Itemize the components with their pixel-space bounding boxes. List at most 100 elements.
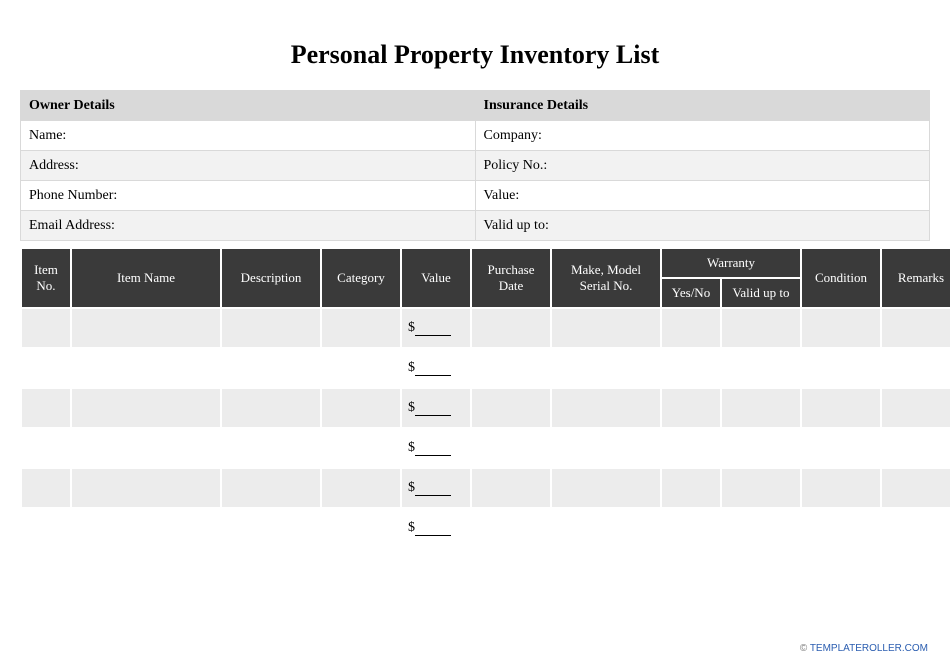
table-cell[interactable] [551,308,661,348]
table-cell[interactable] [721,308,801,348]
owner-details-header: Owner Details [21,91,476,121]
table-cell[interactable] [221,388,321,428]
table-cell[interactable] [661,508,721,548]
table-cell[interactable] [471,348,551,388]
table-cell[interactable] [71,348,221,388]
table-cell[interactable] [721,348,801,388]
table-cell[interactable] [21,508,71,548]
table-cell[interactable] [661,468,721,508]
value-prefix: $ [408,480,415,495]
table-cell[interactable] [661,388,721,428]
table-row: $ [21,428,950,468]
value-blank-line[interactable] [415,482,451,496]
table-cell[interactable] [661,428,721,468]
table-cell[interactable] [471,508,551,548]
table-cell[interactable] [321,468,401,508]
table-cell[interactable] [551,508,661,548]
table-cell[interactable] [221,468,321,508]
table-cell[interactable] [321,388,401,428]
header-warranty-validupto: Valid up to [721,278,801,308]
insurance-value-label[interactable]: Value: [475,181,930,211]
value-blank-line[interactable] [415,402,451,416]
value-prefix: $ [408,520,415,535]
table-cell[interactable] [71,468,221,508]
table-row: $ [21,348,950,388]
table-cell[interactable] [801,468,881,508]
header-category: Category [321,248,401,308]
table-cell[interactable] [801,348,881,388]
table-cell[interactable] [21,348,71,388]
insurance-policy-label[interactable]: Policy No.: [475,151,930,181]
owner-phone-label[interactable]: Phone Number: [21,181,476,211]
table-cell[interactable] [221,308,321,348]
table-cell[interactable]: $ [401,388,471,428]
header-remarks: Remarks [881,248,950,308]
table-cell[interactable]: $ [401,308,471,348]
table-cell[interactable] [321,428,401,468]
footer-attribution: © TEMPLATEROLLER.COM [800,643,928,654]
header-make-model-serial: Make, Model Serial No. [551,248,661,308]
header-warranty: Warranty [661,248,801,278]
table-cell[interactable] [21,468,71,508]
table-cell[interactable] [21,428,71,468]
table-cell[interactable] [221,428,321,468]
table-cell[interactable] [721,388,801,428]
table-cell[interactable] [801,308,881,348]
inventory-table: Item No. Item Name Description Category … [20,247,950,549]
header-description: Description [221,248,321,308]
insurance-company-label[interactable]: Company: [475,121,930,151]
table-cell[interactable] [721,428,801,468]
owner-address-label[interactable]: Address: [21,151,476,181]
table-cell[interactable] [471,308,551,348]
table-cell[interactable] [661,348,721,388]
table-cell[interactable] [881,468,950,508]
table-cell[interactable] [881,508,950,548]
table-cell[interactable] [221,508,321,548]
table-cell[interactable] [551,468,661,508]
details-table: Owner Details Insurance Details Name: Co… [20,90,930,241]
table-cell[interactable] [471,468,551,508]
table-row: $ [21,388,950,428]
table-cell[interactable] [881,428,950,468]
table-cell[interactable] [21,388,71,428]
table-cell[interactable] [71,508,221,548]
value-blank-line[interactable] [415,362,451,376]
table-cell[interactable] [21,308,71,348]
table-cell[interactable] [721,508,801,548]
table-cell[interactable] [551,428,661,468]
table-cell[interactable] [321,508,401,548]
table-cell[interactable] [321,348,401,388]
table-cell[interactable]: $ [401,348,471,388]
owner-email-label[interactable]: Email Address: [21,211,476,241]
table-cell[interactable] [661,308,721,348]
table-cell[interactable] [71,308,221,348]
table-cell[interactable]: $ [401,468,471,508]
header-item-no: Item No. [21,248,71,308]
table-cell[interactable] [801,428,881,468]
table-cell[interactable] [471,428,551,468]
table-cell[interactable]: $ [401,508,471,548]
owner-name-label[interactable]: Name: [21,121,476,151]
table-cell[interactable] [801,388,881,428]
header-purchase-date: Purchase Date [471,248,551,308]
templateroller-link[interactable]: TEMPLATEROLLER.COM [810,643,928,654]
table-cell[interactable] [551,388,661,428]
table-cell[interactable] [471,388,551,428]
table-cell[interactable] [71,388,221,428]
table-cell[interactable] [321,308,401,348]
table-cell[interactable] [881,348,950,388]
table-cell[interactable]: $ [401,428,471,468]
value-blank-line[interactable] [415,442,451,456]
table-cell[interactable] [721,468,801,508]
table-cell[interactable] [881,388,950,428]
value-blank-line[interactable] [415,322,451,336]
header-value: Value [401,248,471,308]
table-cell[interactable] [881,308,950,348]
table-cell[interactable] [551,348,661,388]
value-blank-line[interactable] [415,522,451,536]
table-cell[interactable] [71,428,221,468]
table-cell[interactable] [221,348,321,388]
value-prefix: $ [408,440,415,455]
insurance-validupto-label[interactable]: Valid up to: [475,211,930,241]
table-cell[interactable] [801,508,881,548]
